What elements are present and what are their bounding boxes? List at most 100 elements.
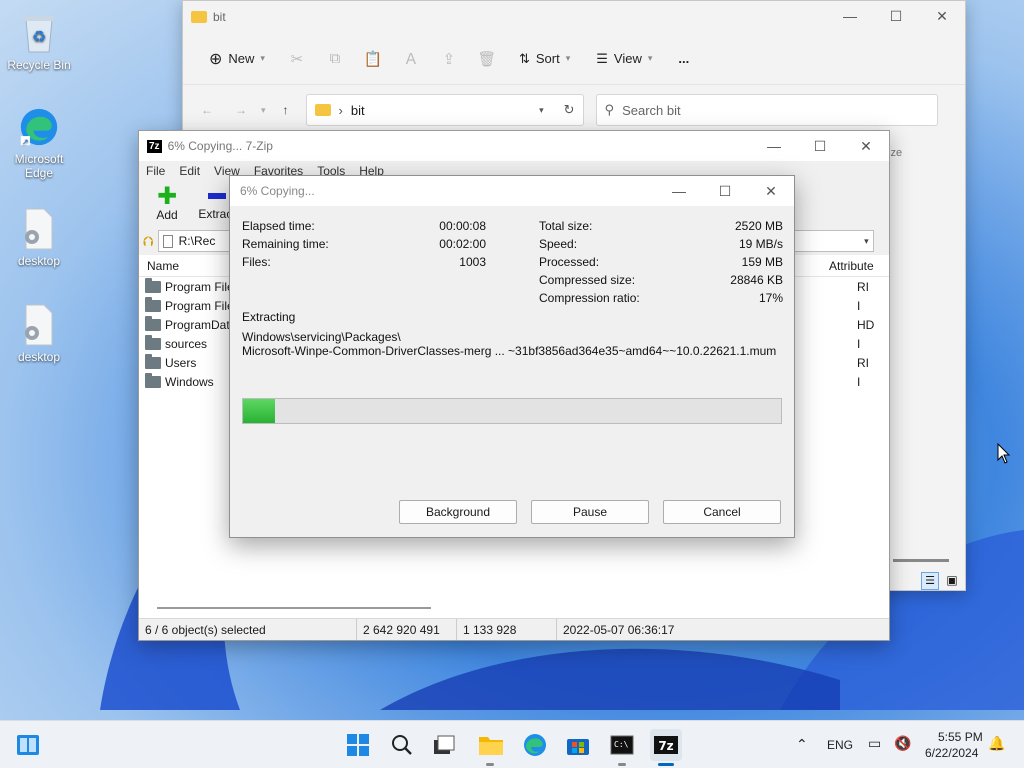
menu-edit[interactable]: Edit xyxy=(179,164,200,178)
folder-icon xyxy=(145,277,161,293)
sevenzip-app-icon: 7z xyxy=(147,139,162,153)
close-button[interactable]: ✕ xyxy=(919,1,965,31)
chevron-down-icon: ▾ xyxy=(647,53,653,63)
settings-file-icon xyxy=(19,206,59,252)
desktop-icon-label: Microsoft Edge xyxy=(14,152,64,180)
show-hidden-icons-button[interactable]: ⌃ xyxy=(796,736,808,753)
speed-value: 19 MB/s xyxy=(738,237,783,251)
running-indicator xyxy=(618,763,626,766)
back-arrow-icon[interactable]: ← xyxy=(193,103,221,117)
minimize-button[interactable]: — xyxy=(827,1,873,31)
chevron-down-icon[interactable]: ▾ xyxy=(864,236,873,247)
view-label: View xyxy=(613,51,642,66)
desktop-icon-label: desktop xyxy=(17,254,61,268)
paste-icon[interactable]: 📋 xyxy=(359,45,387,73)
cut-icon[interactable]: ✂ xyxy=(283,45,311,73)
folder-icon xyxy=(145,334,161,350)
edge-icon: ↗ xyxy=(19,104,59,150)
delete-icon[interactable]: 🗑 xyxy=(473,45,501,73)
sort-button[interactable]: ⇅ Sort ▾ xyxy=(511,43,578,75)
compression-ratio-label: Compression ratio: xyxy=(539,291,640,305)
start-button[interactable] xyxy=(342,729,374,761)
desktop-icon-desktop-ini-1[interactable]: desktop xyxy=(1,206,77,268)
address-bar[interactable]: › bit ▾ ↻ xyxy=(305,94,584,126)
notification-icon[interactable]: 🔔 xyxy=(988,735,1005,752)
compression-ratio-value: 17% xyxy=(758,291,783,305)
details-view-button[interactable]: ☰ xyxy=(921,572,939,590)
tiles-view-button[interactable]: ▣ xyxy=(943,572,961,590)
add-button[interactable]: ✚ Add xyxy=(145,185,189,223)
more-options-button[interactable]: ... xyxy=(670,43,697,75)
copy-progress-dialog[interactable]: 6% Copying... — ☐ ✕ Elapsed time: 00:00:… xyxy=(229,175,795,538)
svg-text:7z: 7z xyxy=(658,739,673,753)
volume-muted-icon[interactable]: 🔇 xyxy=(894,735,911,752)
taskbar: C:\ 7z ⌃ ENG ▭ 🔇 5:55 PM 6/22/2024 🔔 xyxy=(0,720,1024,768)
item-attr: RI xyxy=(857,279,869,294)
search-box[interactable]: ⚲ Search bit xyxy=(595,94,938,126)
view-button[interactable]: ☰ View ▾ xyxy=(588,43,660,75)
task-view-button[interactable] xyxy=(428,729,460,761)
total-size-value: 2520 MB xyxy=(734,219,783,233)
menu-file[interactable]: File xyxy=(146,164,165,178)
desktop-icon-desktop-ini-2[interactable]: desktop xyxy=(1,302,77,364)
chevron-down-icon[interactable]: ▾ xyxy=(539,105,544,116)
forward-arrow-icon[interactable]: → xyxy=(229,103,253,117)
store-taskbar-button[interactable] xyxy=(562,729,594,761)
horizontal-scrollbar[interactable] xyxy=(157,607,431,609)
widgets-button[interactable] xyxy=(12,729,44,761)
active-indicator xyxy=(658,763,674,766)
sort-icon: ⇅ xyxy=(518,50,530,66)
total-size-label: Total size: xyxy=(539,219,593,233)
processed-value: 159 MB xyxy=(741,255,783,269)
close-button[interactable]: ✕ xyxy=(843,131,889,161)
column-header-size-partial: ize xyxy=(888,147,903,159)
search-input[interactable]: Search bit xyxy=(622,103,681,118)
maximize-button[interactable]: ☐ xyxy=(702,176,748,206)
desktop-icon-recycle-bin[interactable]: ♻ Recycle Bin xyxy=(1,10,77,72)
remaining-time-label: Remaining time: xyxy=(242,237,329,251)
horizontal-scrollbar[interactable] xyxy=(893,559,949,562)
item-attr: RI xyxy=(857,355,869,370)
edge-taskbar-button[interactable] xyxy=(519,729,551,761)
close-button[interactable]: ✕ xyxy=(748,176,794,206)
recent-chevron-icon[interactable]: ▾ xyxy=(261,105,266,116)
up-arrow-icon[interactable]: ↑ xyxy=(274,103,298,117)
clock-time[interactable]: 5:55 PM xyxy=(938,730,983,744)
column-attributes[interactable]: Attribute xyxy=(829,259,874,273)
folder-icon xyxy=(314,104,331,116)
share-icon[interactable]: ⇪ xyxy=(435,45,463,73)
minimize-button[interactable]: — xyxy=(751,131,797,161)
up-folder-icon[interactable]: ⮉ xyxy=(143,233,154,250)
new-button[interactable]: ⊕ New ▾ xyxy=(201,43,273,75)
minimize-button[interactable]: — xyxy=(656,176,702,206)
clock-date[interactable]: 6/22/2024 xyxy=(925,746,978,760)
copy-icon[interactable]: ⧉ xyxy=(321,45,349,73)
terminal-taskbar-button[interactable]: C:\ xyxy=(606,729,638,761)
svg-text:♻: ♻ xyxy=(32,29,46,46)
maximize-button[interactable]: ☐ xyxy=(873,1,919,31)
search-button[interactable] xyxy=(386,729,418,761)
desktop-icon-label: desktop xyxy=(17,350,61,364)
svg-text:C:\: C:\ xyxy=(614,740,629,749)
sevenzip-taskbar-button[interactable]: 7z xyxy=(650,729,682,761)
new-label: New xyxy=(228,51,255,66)
language-indicator[interactable]: ENG xyxy=(827,738,853,752)
status-size: 2 642 920 491 xyxy=(357,619,457,640)
folder-icon xyxy=(145,353,161,369)
background-button[interactable]: Background xyxy=(399,500,517,524)
rename-icon[interactable]: Ａ xyxy=(397,45,425,73)
breadcrumb-bit[interactable]: bit xyxy=(351,103,365,118)
progress-bar xyxy=(242,398,782,424)
status-modified: 2022-05-07 06:36:17 xyxy=(563,622,675,637)
maximize-button[interactable]: ☐ xyxy=(797,131,843,161)
pause-button[interactable]: Pause xyxy=(531,500,649,524)
refresh-icon[interactable]: ↻ xyxy=(564,102,575,118)
svg-text:↗: ↗ xyxy=(22,137,29,146)
search-icon: ⚲ xyxy=(604,102,615,117)
task-view-icon xyxy=(434,735,455,754)
explorer-address-row: ← → ▾ ↑ › bit ▾ ↻ ⚲ Search bit xyxy=(183,85,965,135)
network-icon[interactable]: ▭ xyxy=(868,735,881,752)
desktop-icon-edge[interactable]: ↗ Microsoft Edge xyxy=(1,104,77,180)
file-explorer-taskbar-button[interactable] xyxy=(475,729,507,761)
cancel-button[interactable]: Cancel xyxy=(663,500,781,524)
